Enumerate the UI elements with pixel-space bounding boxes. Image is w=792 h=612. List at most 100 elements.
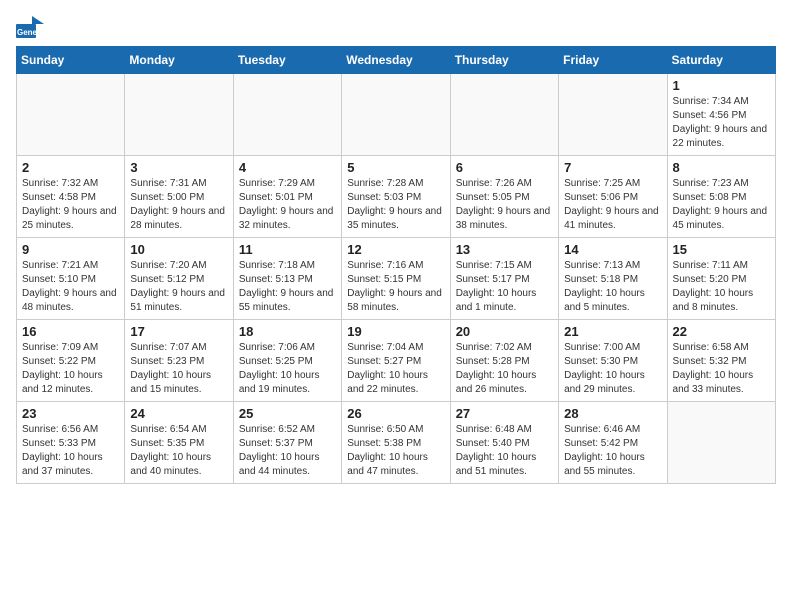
day-number: 10 (130, 242, 227, 257)
day-info: Sunrise: 7:02 AMSunset: 5:28 PMDaylight:… (456, 341, 553, 397)
calendar-cell (559, 74, 667, 156)
calendar-cell: 23Sunrise: 6:56 AMSunset: 5:33 PMDayligh… (17, 402, 125, 484)
weekday-header-sunday: Sunday (17, 47, 125, 74)
day-number: 5 (347, 160, 444, 175)
calendar-cell: 19 Sunrise: 7:04 AMSunset: 5:27 PMDayligh… (342, 320, 450, 402)
day-info: Sunrise: 7:04 AMSunset: 5:27 PMDaylight:… (347, 341, 444, 397)
day-number: 9 (22, 242, 119, 257)
day-number: 22 (673, 324, 770, 339)
calendar-cell: 13Sunrise: 7:15 AMSunset: 5:17 PMDayligh… (450, 238, 558, 320)
day-number: 16 (22, 324, 119, 339)
day-info: Sunrise: 7:23 AMSunset: 5:08 PMDaylight:… (673, 177, 770, 233)
calendar-cell: 8Sunrise: 7:23 AMSunset: 5:08 PMDaylight… (667, 156, 775, 238)
calendar-cell: 18 Sunrise: 7:06 AMSunset: 5:25 PMDayligh… (233, 320, 341, 402)
weekday-header-friday: Friday (559, 47, 667, 74)
day-info: Sunrise: 7:18 AMSunset: 5:13 PMDaylight:… (239, 259, 336, 315)
calendar-cell (233, 74, 341, 156)
day-info: Sunrise: 7:09 AMSunset: 5:22 PMDaylight:… (22, 341, 119, 397)
day-info: Sunrise: 6:50 AMSunset: 5:38 PMDaylight:… (347, 423, 444, 479)
day-info: Sunrise: 7:06 AMSunset: 5:25 PMDaylight:… (239, 341, 336, 397)
day-info: Sunrise: 7:21 AMSunset: 5:10 PMDaylight:… (22, 259, 119, 315)
calendar-cell: 27 Sunrise: 6:48 AMSunset: 5:40 PMDayligh… (450, 402, 558, 484)
calendar-cell: 17 Sunrise: 7:07 AMSunset: 5:23 PMDayligh… (125, 320, 233, 402)
calendar-week-4: 16 Sunrise: 7:09 AMSunset: 5:22 PMDayligh… (17, 320, 776, 402)
day-info: Sunrise: 7:34 AMSunset: 4:56 PMDaylight:… (673, 95, 770, 151)
day-number: 1 (673, 78, 770, 93)
calendar-week-2: 2 Sunrise: 7:32 AMSunset: 4:58 PMDaylight… (17, 156, 776, 238)
calendar-cell: 1 Sunrise: 7:34 AMSunset: 4:56 PMDaylight… (667, 74, 775, 156)
calendar-cell: 28 Sunrise: 6:46 AMSunset: 5:42 PMDayligh… (559, 402, 667, 484)
day-info: Sunrise: 7:32 AMSunset: 4:58 PMDaylight:… (22, 177, 119, 233)
logo-icon: General (16, 16, 44, 38)
calendar-cell: 26 Sunrise: 6:50 AMSunset: 5:38 PMDayligh… (342, 402, 450, 484)
day-number: 27 (456, 406, 553, 421)
day-info: Sunrise: 7:07 AMSunset: 5:23 PMDaylight:… (130, 341, 227, 397)
day-info: Sunrise: 6:58 AMSunset: 5:32 PMDaylight:… (673, 341, 770, 397)
day-info: Sunrise: 7:26 AMSunset: 5:05 PMDaylight:… (456, 177, 553, 233)
day-number: 2 (22, 160, 119, 175)
calendar-cell: 12 Sunrise: 7:16 AMSunset: 5:15 PMDayligh… (342, 238, 450, 320)
day-info: Sunrise: 6:48 AMSunset: 5:40 PMDaylight:… (456, 423, 553, 479)
calendar-cell (17, 74, 125, 156)
weekday-header-thursday: Thursday (450, 47, 558, 74)
day-info: Sunrise: 6:52 AMSunset: 5:37 PMDaylight:… (239, 423, 336, 479)
day-number: 15 (673, 242, 770, 257)
day-number: 25 (239, 406, 336, 421)
day-info: Sunrise: 7:00 AMSunset: 5:30 PMDaylight:… (564, 341, 661, 397)
day-info: Sunrise: 7:31 AMSunset: 5:00 PMDaylight:… (130, 177, 227, 233)
day-info: Sunrise: 6:46 AMSunset: 5:42 PMDaylight:… (564, 423, 661, 479)
day-number: 28 (564, 406, 661, 421)
calendar-cell: 7 Sunrise: 7:25 AMSunset: 5:06 PMDaylight… (559, 156, 667, 238)
calendar-cell (125, 74, 233, 156)
calendar-cell: 9 Sunrise: 7:21 AMSunset: 5:10 PMDaylight… (17, 238, 125, 320)
day-number: 17 (130, 324, 227, 339)
calendar-cell: 3 Sunrise: 7:31 AMSunset: 5:00 PMDaylight… (125, 156, 233, 238)
day-info: Sunrise: 7:29 AMSunset: 5:01 PMDaylight:… (239, 177, 336, 233)
svg-text:General: General (17, 28, 44, 37)
day-number: 7 (564, 160, 661, 175)
day-info: Sunrise: 6:54 AMSunset: 5:35 PMDaylight:… (130, 423, 227, 479)
weekday-header-tuesday: Tuesday (233, 47, 341, 74)
day-info: Sunrise: 7:15 AMSunset: 5:17 PMDaylight:… (456, 259, 553, 315)
calendar-cell (450, 74, 558, 156)
calendar-cell: 15Sunrise: 7:11 AMSunset: 5:20 PMDayligh… (667, 238, 775, 320)
calendar-cell: 21 Sunrise: 7:00 AMSunset: 5:30 PMDayligh… (559, 320, 667, 402)
calendar-cell: 2 Sunrise: 7:32 AMSunset: 4:58 PMDaylight… (17, 156, 125, 238)
calendar-week-3: 9 Sunrise: 7:21 AMSunset: 5:10 PMDaylight… (17, 238, 776, 320)
calendar-cell: 20 Sunrise: 7:02 AMSunset: 5:28 PMDayligh… (450, 320, 558, 402)
calendar-week-1: 1 Sunrise: 7:34 AMSunset: 4:56 PMDaylight… (17, 74, 776, 156)
day-number: 20 (456, 324, 553, 339)
day-number: 19 (347, 324, 444, 339)
calendar-cell: 11 Sunrise: 7:18 AMSunset: 5:13 PMDayligh… (233, 238, 341, 320)
page-header: General (16, 16, 776, 38)
day-number: 26 (347, 406, 444, 421)
day-number: 23 (22, 406, 119, 421)
day-info: Sunrise: 7:13 AMSunset: 5:18 PMDaylight:… (564, 259, 661, 315)
calendar-cell: 25 Sunrise: 6:52 AMSunset: 5:37 PMDayligh… (233, 402, 341, 484)
calendar-cell: 4 Sunrise: 7:29 AMSunset: 5:01 PMDaylight… (233, 156, 341, 238)
weekday-header-wednesday: Wednesday (342, 47, 450, 74)
calendar-cell (342, 74, 450, 156)
day-number: 18 (239, 324, 336, 339)
calendar-header-row: SundayMondayTuesdayWednesdayThursdayFrid… (17, 47, 776, 74)
day-number: 12 (347, 242, 444, 257)
day-info: Sunrise: 7:16 AMSunset: 5:15 PMDaylight:… (347, 259, 444, 315)
weekday-header-saturday: Saturday (667, 47, 775, 74)
day-number: 6 (456, 160, 553, 175)
calendar-cell (667, 402, 775, 484)
calendar-cell: 5 Sunrise: 7:28 AMSunset: 5:03 PMDaylight… (342, 156, 450, 238)
weekday-header-monday: Monday (125, 47, 233, 74)
calendar-cell: 10 Sunrise: 7:20 AMSunset: 5:12 PMDayligh… (125, 238, 233, 320)
day-number: 11 (239, 242, 336, 257)
logo: General (16, 16, 48, 38)
day-number: 21 (564, 324, 661, 339)
calendar-week-5: 23Sunrise: 6:56 AMSunset: 5:33 PMDayligh… (17, 402, 776, 484)
day-number: 14 (564, 242, 661, 257)
day-number: 24 (130, 406, 227, 421)
day-info: Sunrise: 7:28 AMSunset: 5:03 PMDaylight:… (347, 177, 444, 233)
calendar-cell: 16 Sunrise: 7:09 AMSunset: 5:22 PMDayligh… (17, 320, 125, 402)
day-info: Sunrise: 7:25 AMSunset: 5:06 PMDaylight:… (564, 177, 661, 233)
day-number: 3 (130, 160, 227, 175)
day-number: 4 (239, 160, 336, 175)
day-info: Sunrise: 7:20 AMSunset: 5:12 PMDaylight:… (130, 259, 227, 315)
